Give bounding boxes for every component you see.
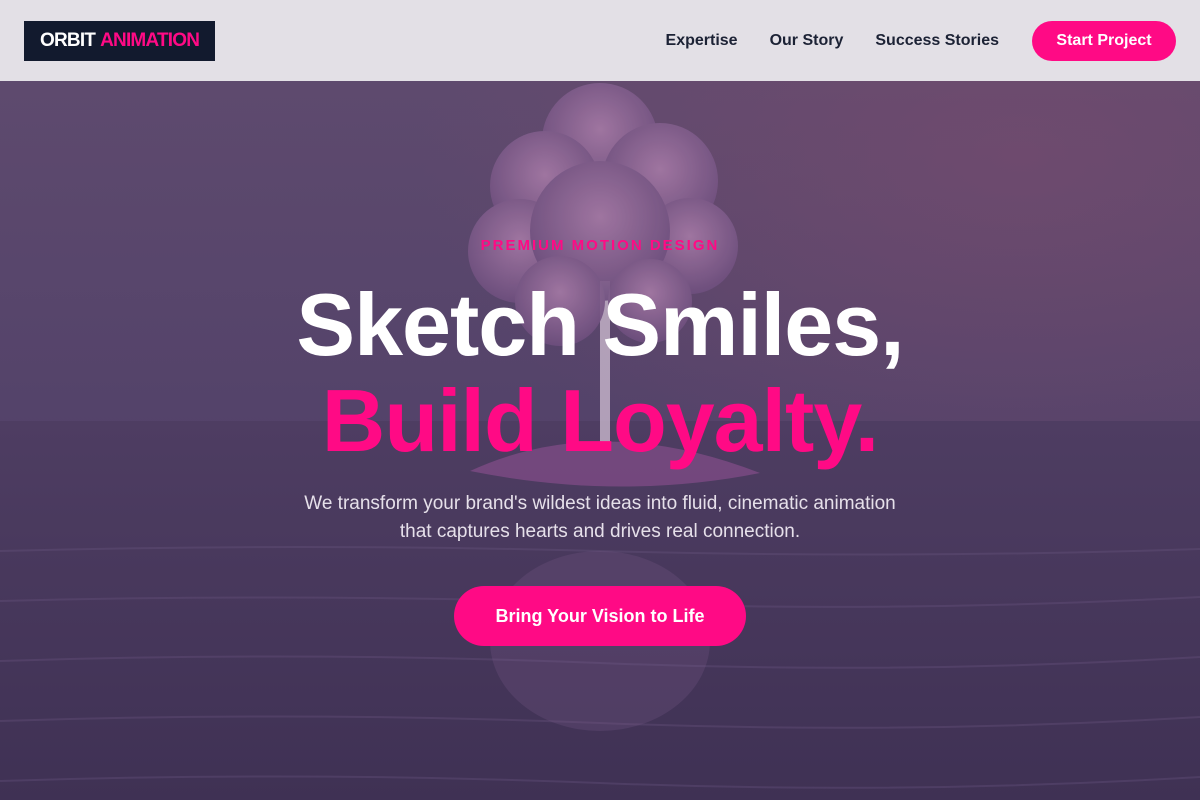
hero-section: PREMIUM MOTION DESIGN Sketch Smiles, Bui… xyxy=(0,81,1200,800)
subtitle-line1: We transform your brand's wildest ideas … xyxy=(304,493,896,514)
subtitle-line2: that captures hearts and drives real con… xyxy=(399,521,801,542)
brand-name-part2: ANIMATION xyxy=(100,29,200,51)
start-project-button[interactable]: Start Project xyxy=(1032,20,1176,61)
main-nav: Expertise Our Story Success Stories Star… xyxy=(666,20,1176,61)
brand-name-part1: ORBIT xyxy=(40,29,96,51)
headline-line2: Build Loyalty. xyxy=(321,371,879,470)
nav-link-expertise[interactable]: Expertise xyxy=(666,32,738,50)
hero-subtitle: We transform your brand's wildest ideas … xyxy=(250,490,950,546)
nav-link-success-stories[interactable]: Success Stories xyxy=(875,32,999,50)
brand-logo[interactable]: ORBIT ANIMATION xyxy=(24,20,216,61)
headline-line1: Sketch Smiles, xyxy=(296,275,904,374)
bring-vision-button[interactable]: Bring Your Vision to Life xyxy=(454,586,746,646)
hero-headline: Sketch Smiles, Build Loyalty. xyxy=(0,277,1200,469)
hero-eyebrow: PREMIUM MOTION DESIGN xyxy=(480,237,720,254)
site-header: ORBIT ANIMATION Expertise Our Story Succ… xyxy=(0,0,1200,81)
nav-link-our-story[interactable]: Our Story xyxy=(770,32,844,50)
